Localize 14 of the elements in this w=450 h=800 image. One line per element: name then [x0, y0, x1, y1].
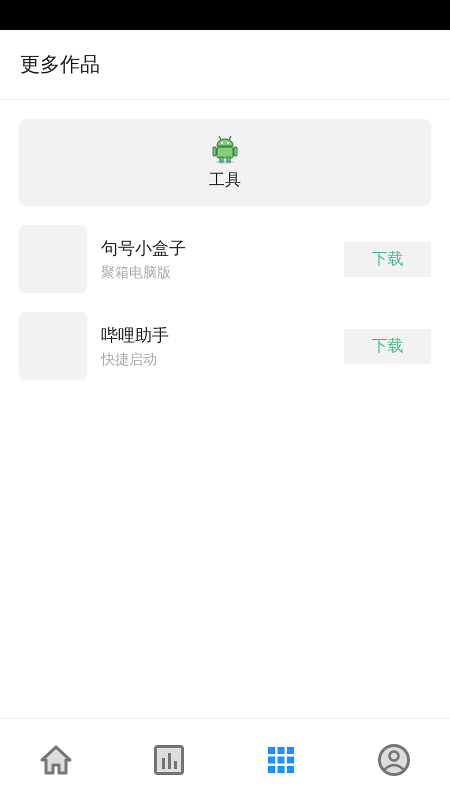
download-button[interactable]: 下载 [344, 328, 431, 364]
profile-icon [378, 744, 410, 776]
robot-icon [211, 134, 239, 164]
bar-chart-icon [154, 744, 184, 774]
tool-card[interactable]: 工具 [19, 119, 431, 206]
app-name: 哔哩助手 [101, 324, 170, 346]
page-title: 更多作品 [20, 51, 100, 78]
grid-icon [268, 746, 294, 772]
home-icon [40, 744, 72, 774]
app-subtitle: 聚箱电脑版 [101, 264, 172, 282]
download-button[interactable]: 下载 [344, 242, 431, 276]
tool-label: 工具 [209, 170, 241, 191]
app-name: 句号小盒子 [101, 238, 187, 260]
app-subtitle: 快捷启动 [101, 350, 158, 368]
